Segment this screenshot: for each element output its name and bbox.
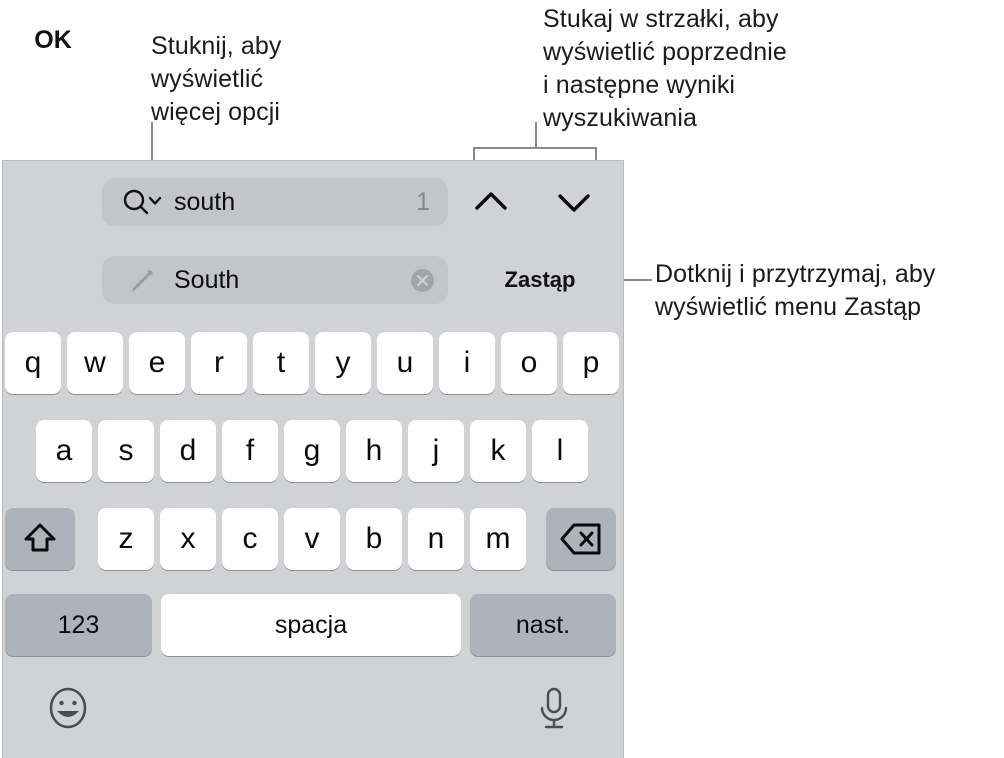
key-w[interactable]: w — [67, 332, 123, 394]
keyboard-row-4: 123 spacja nast. — [0, 594, 1004, 656]
chevron-up-icon — [475, 192, 507, 210]
key-g[interactable]: g — [284, 420, 340, 482]
key-k[interactable]: k — [470, 420, 526, 482]
key-z[interactable]: z — [98, 508, 154, 570]
key-j[interactable]: j — [408, 420, 464, 482]
shift-key[interactable] — [5, 508, 75, 570]
space-key[interactable]: spacja — [161, 594, 461, 656]
key-s[interactable]: s — [98, 420, 154, 482]
previous-result-button[interactable] — [468, 180, 514, 224]
key-p[interactable]: p — [563, 332, 619, 394]
key-m[interactable]: m — [470, 508, 526, 570]
keyboard-row-3: zxcvbnm — [0, 508, 1004, 570]
key-n[interactable]: n — [408, 508, 464, 570]
next-field-key[interactable]: nast. — [470, 594, 616, 656]
callout-replace-menu: Dotknij i przytrzymaj, aby wyświetlić me… — [655, 260, 936, 321]
clear-icon[interactable] — [411, 269, 434, 292]
chevron-down-icon — [148, 196, 162, 205]
search-value: south — [174, 188, 236, 216]
key-l[interactable]: l — [532, 420, 588, 482]
key-q[interactable]: q — [5, 332, 61, 394]
key-b[interactable]: b — [346, 508, 402, 570]
keyboard-utility-row — [0, 686, 1004, 744]
key-c[interactable]: c — [222, 508, 278, 570]
leader-line-arrows-left-tick — [473, 147, 475, 161]
microphone-icon[interactable] — [534, 686, 574, 732]
search-match-count: 1 — [416, 188, 430, 216]
replace-button[interactable]: Zastąp — [494, 256, 586, 304]
key-o[interactable]: o — [501, 332, 557, 394]
search-field[interactable]: south 1 — [102, 178, 448, 226]
numeric-key[interactable]: 123 — [5, 594, 152, 656]
replace-value: South — [174, 266, 240, 294]
replace-field[interactable]: South — [102, 256, 448, 304]
backspace-key[interactable] — [546, 508, 616, 570]
key-i[interactable]: i — [439, 332, 495, 394]
delete-left-icon — [560, 523, 601, 555]
chevron-down-icon — [558, 194, 590, 212]
key-v[interactable]: v — [284, 508, 340, 570]
key-e[interactable]: e — [129, 332, 185, 394]
key-d[interactable]: d — [160, 420, 216, 482]
keyboard-row-2: asdfghjkl — [0, 420, 1004, 482]
key-x[interactable]: x — [160, 508, 216, 570]
key-f[interactable]: f — [222, 420, 278, 482]
key-a[interactable]: a — [36, 420, 92, 482]
callout-search-arrows: Stukaj w strzałki, aby wyświetlić poprze… — [543, 5, 787, 132]
emoji-icon[interactable] — [46, 686, 90, 730]
key-t[interactable]: t — [253, 332, 309, 394]
shift-arrow-icon — [24, 523, 56, 552]
key-r[interactable]: r — [191, 332, 247, 394]
leader-line-arrows-stem — [535, 122, 537, 148]
leader-line-arrows-right-tick — [595, 147, 597, 161]
search-icon[interactable] — [122, 189, 166, 215]
next-result-button[interactable] — [551, 180, 597, 224]
ok-button[interactable]: OK — [22, 22, 84, 58]
leader-line-arrows-bracket — [473, 147, 597, 149]
key-h[interactable]: h — [346, 420, 402, 482]
key-u[interactable]: u — [377, 332, 433, 394]
pencil-icon — [130, 268, 160, 294]
callout-more-options: Stuknij, aby wyświetlić więcej opcji — [151, 32, 282, 126]
keyboard-row-1: qwertyuiop — [0, 332, 1004, 394]
key-y[interactable]: y — [315, 332, 371, 394]
